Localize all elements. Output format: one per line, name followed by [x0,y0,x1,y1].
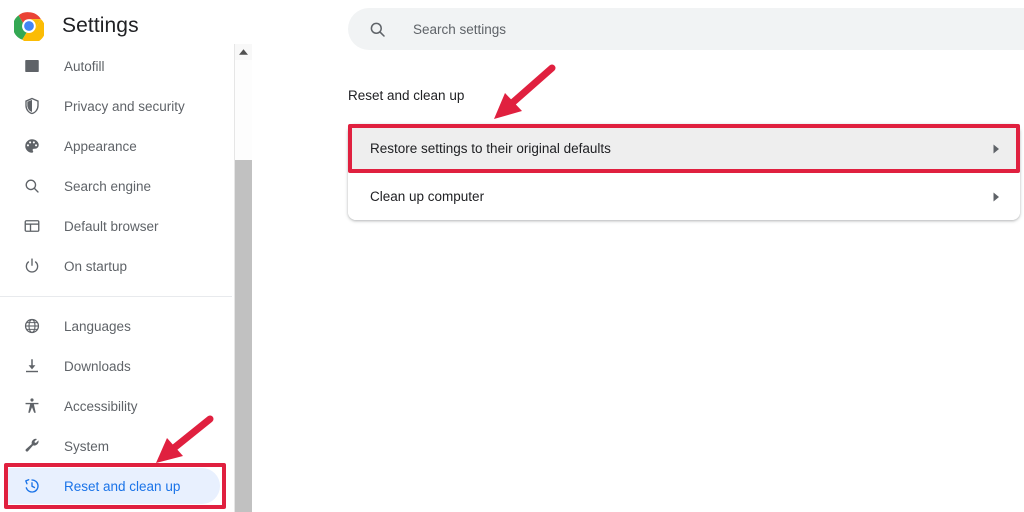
sidebar-item-autofill[interactable]: Autofill [0,46,232,86]
search-input-placeholder[interactable]: Search settings [413,22,506,37]
sidebar-item-label: Default browser [64,218,159,234]
sidebar-item-label: System [64,438,110,454]
chevron-right-icon [990,142,1002,154]
sidebar: Settings Autofill Privacy and security A… [0,0,232,512]
scrollbar-thumb[interactable] [235,160,252,512]
sidebar-group-secondary: Languages Downloads Accessibility System… [0,306,232,506]
sidebar-item-label: Privacy and security [64,98,185,114]
sidebar-item-privacy-and-security[interactable]: Privacy and security [0,86,232,126]
autofill-card-icon [22,56,42,76]
accessibility-icon [22,396,42,416]
sidebar-item-label: Search engine [64,178,152,194]
browser-window-icon [22,216,42,236]
sidebar-item-default-browser[interactable]: Default browser [0,206,232,246]
palette-icon [22,136,42,156]
settings-card: Restore settings to their original defau… [348,124,1020,220]
chrome-logo-icon [12,11,46,44]
sidebar-item-search-engine[interactable]: Search engine [0,166,232,206]
power-icon [22,256,42,276]
sidebar-item-reset-and-clean-up[interactable]: Reset and clean up [0,466,232,506]
page-title: Settings [62,14,139,37]
sidebar-item-system[interactable]: System [0,426,232,466]
sidebar-divider [0,296,232,297]
sidebar-item-label: Languages [64,318,131,334]
sidebar-item-label: On startup [64,258,128,274]
sidebar-item-accessibility[interactable]: Accessibility [0,386,232,426]
sidebar-item-downloads[interactable]: Downloads [0,346,232,386]
wrench-icon [22,436,42,456]
sidebar-group-primary: Autofill Privacy and security Appearance… [0,46,232,286]
search-icon [368,20,387,39]
row-label: Clean up computer [370,188,485,204]
chevron-right-icon [990,190,1002,202]
row-label: Restore settings to their original defau… [370,140,611,156]
sidebar-item-label: Reset and clean up [64,478,181,494]
sidebar-item-label: Downloads [64,358,131,374]
sidebar-item-label: Accessibility [64,398,138,414]
scroll-up-arrow-icon[interactable] [235,44,252,60]
row-clean-up-computer[interactable]: Clean up computer [348,172,1020,220]
row-restore-settings-to-defaults[interactable]: Restore settings to their original defau… [348,124,1020,172]
search-settings-bar[interactable]: Search settings [348,8,1024,50]
scrollbar-track[interactable] [235,60,252,160]
brand-header: Settings [0,0,232,52]
sidebar-item-label: Autofill [64,58,105,74]
sidebar-item-label: Appearance [64,138,137,154]
main-content: Search settings Reset and clean up Resto… [252,0,1024,512]
globe-icon [22,316,42,336]
sidebar-item-on-startup[interactable]: On startup [0,246,232,286]
download-icon [22,356,42,376]
sidebar-item-appearance[interactable]: Appearance [0,126,232,166]
history-restore-icon [22,476,42,496]
shield-icon [22,96,42,116]
sidebar-scrollbar[interactable] [234,44,252,512]
sidebar-item-languages[interactable]: Languages [0,306,232,346]
search-icon [22,176,42,196]
section-heading: Reset and clean up [348,88,465,103]
settings-page: Settings Autofill Privacy and security A… [0,0,1024,512]
